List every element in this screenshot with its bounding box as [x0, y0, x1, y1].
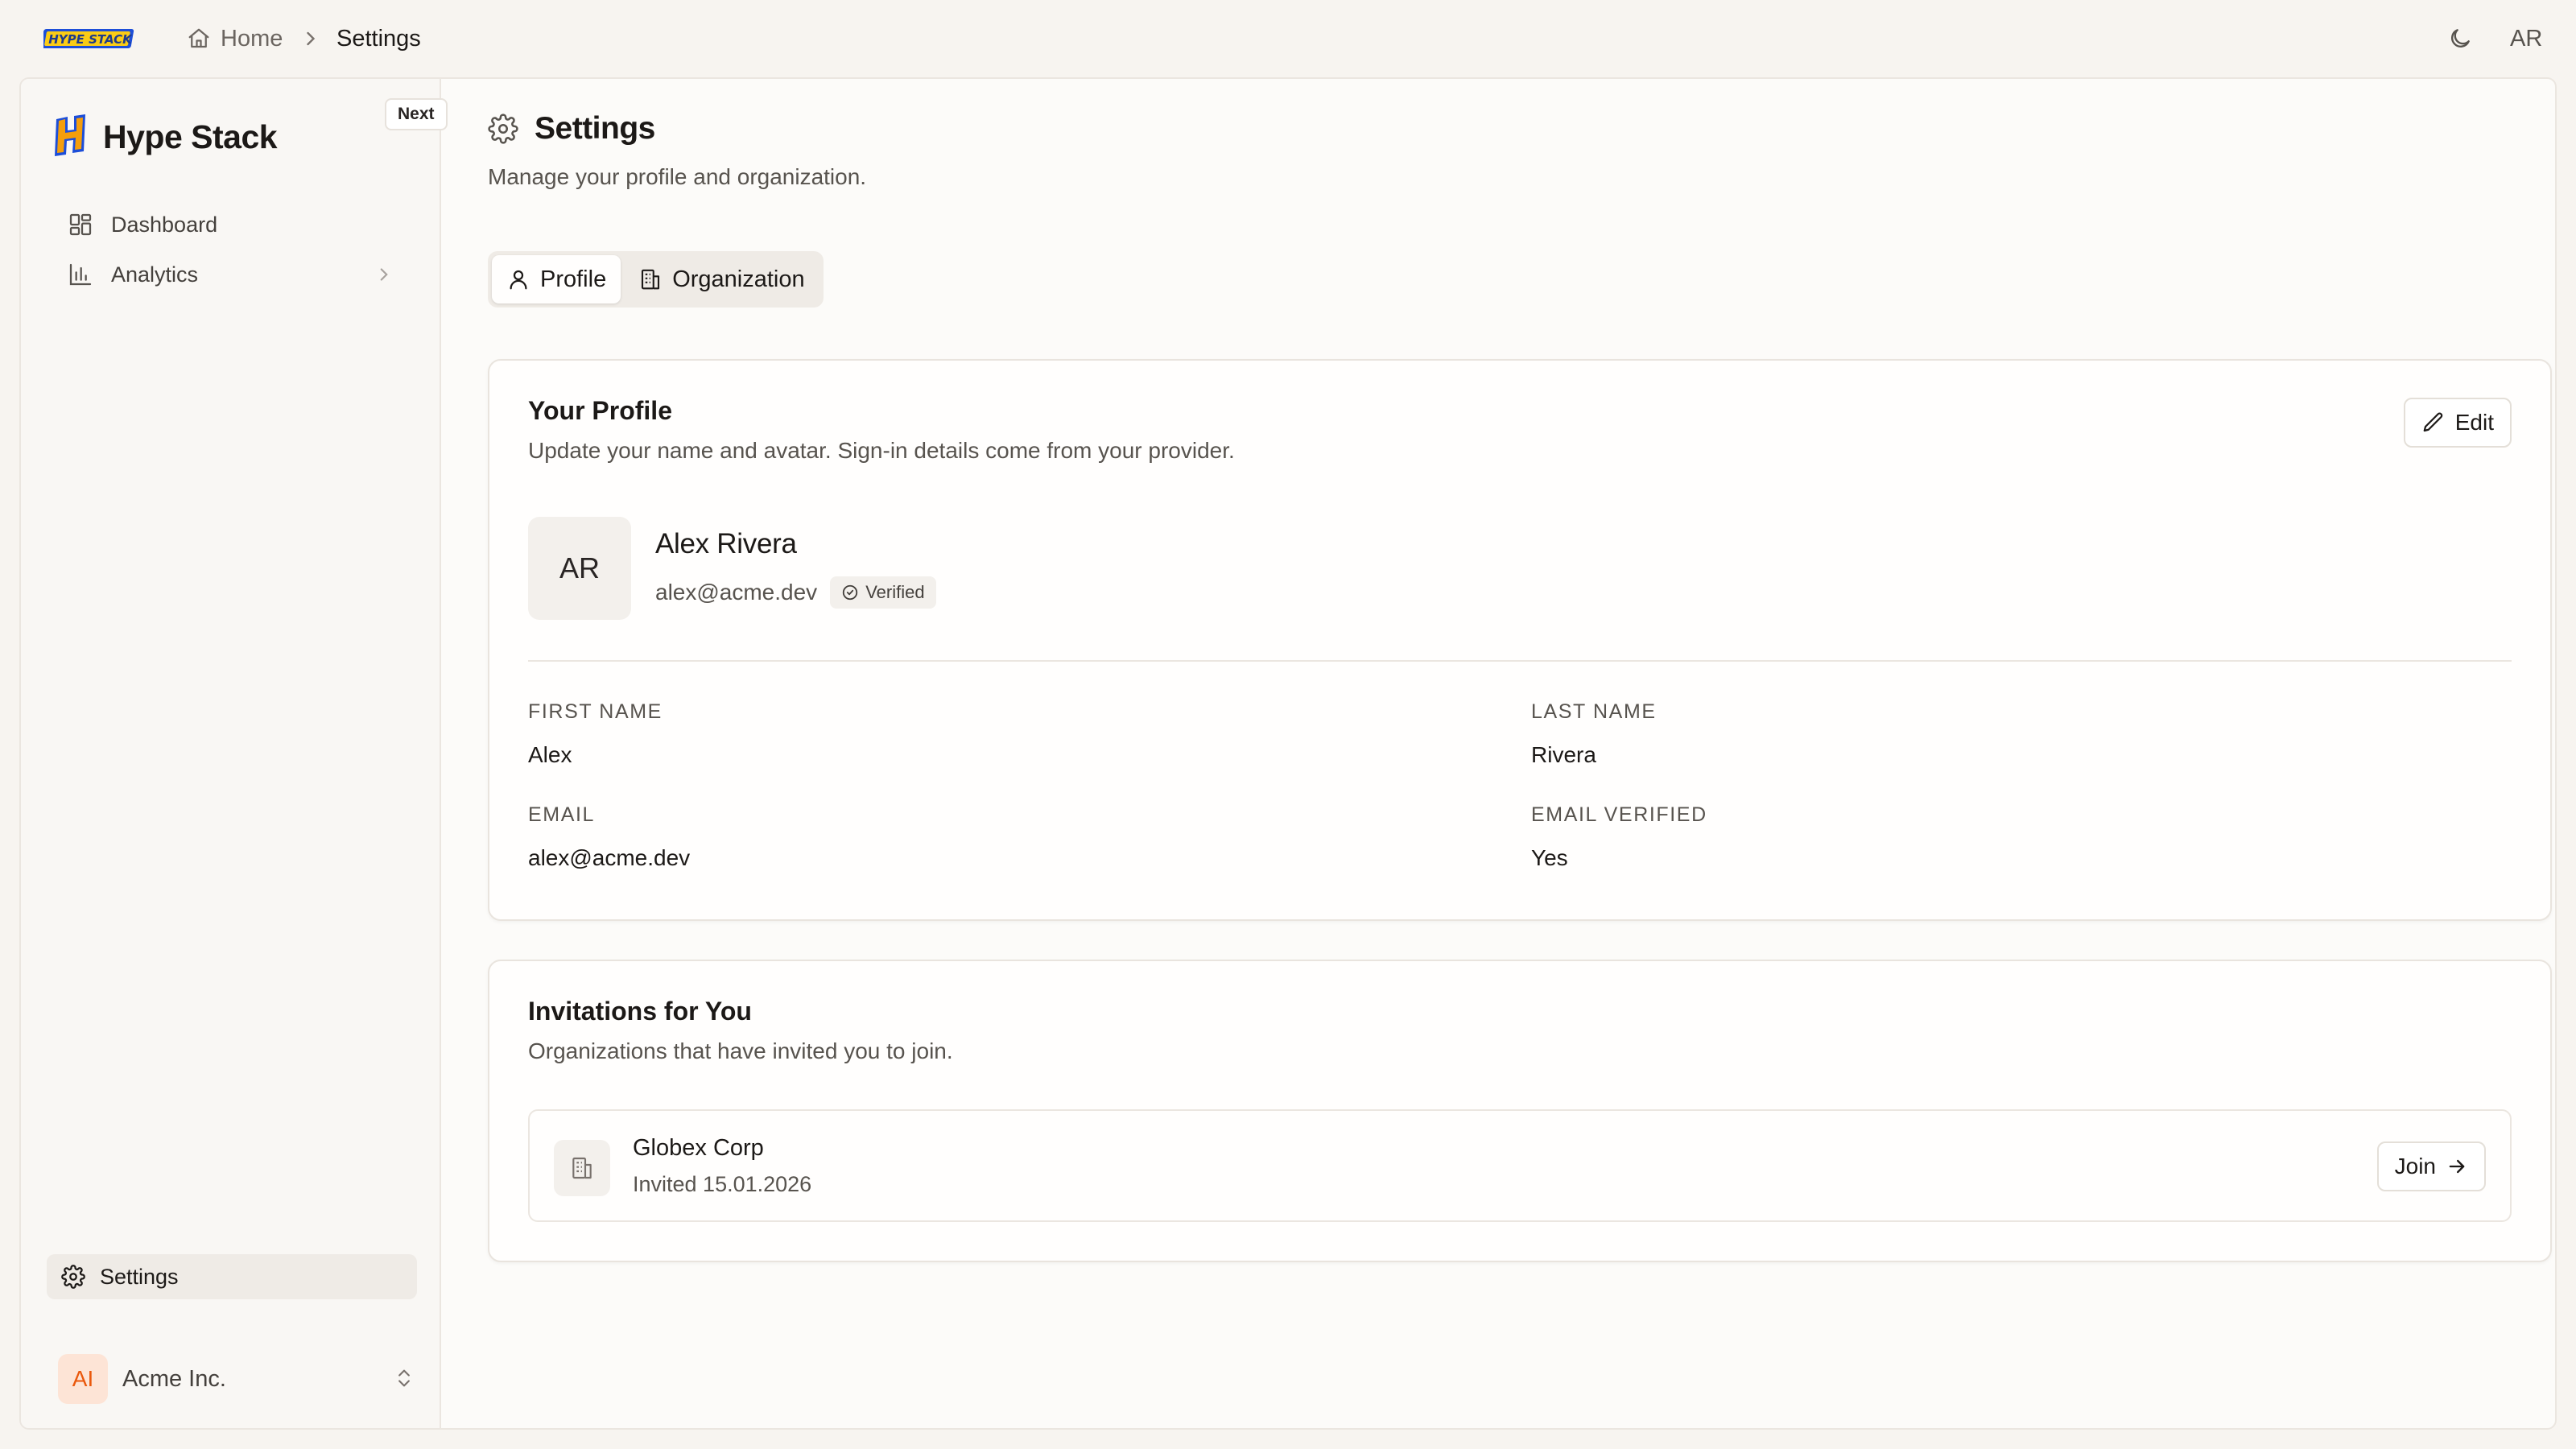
- main-content: Settings Manage your profile and organiz…: [443, 79, 2555, 1428]
- settings-tabs: Profile Organization: [488, 251, 824, 308]
- sidebar-item-label: Settings: [100, 1264, 179, 1289]
- brand-logo-text: HYPE STACK: [48, 32, 133, 47]
- button-label: Edit: [2454, 410, 2494, 435]
- app-logo-icon[interactable]: [50, 114, 90, 156]
- pencil-icon: [2421, 411, 2446, 435]
- sidebar-item-label: Analytics: [111, 262, 199, 287]
- card-title: Your Profile: [528, 396, 672, 425]
- divider: [528, 660, 2512, 662]
- button-label: Join: [2394, 1154, 2436, 1179]
- building-icon: [638, 267, 663, 291]
- card-description: Update your name and avatar. Sign-in det…: [528, 438, 1235, 463]
- tab-label: Organization: [672, 266, 805, 292]
- card-title: Invitations for You: [528, 997, 752, 1026]
- top-bar: HYPE STACK Home Settings AR: [0, 0, 2576, 77]
- user-name: Alex Rivera: [655, 528, 797, 559]
- last-name-label: LAST NAME: [1531, 700, 1657, 723]
- tab-profile[interactable]: Profile: [492, 255, 621, 303]
- theme-toggle-button[interactable]: [2444, 23, 2476, 55]
- user-avatar-button[interactable]: AR: [2510, 21, 2542, 56]
- edit-profile-button[interactable]: Edit: [2403, 398, 2512, 448]
- chevron-right-icon: [299, 27, 322, 50]
- arrow-right-icon: [2446, 1155, 2468, 1178]
- join-button[interactable]: Join: [2376, 1141, 2486, 1191]
- email-verified-label: EMAIL VERIFIED: [1531, 803, 1707, 826]
- home-icon: [187, 27, 211, 51]
- last-name-value: Rivera: [1531, 742, 1596, 767]
- sidebar-item-settings[interactable]: Settings: [47, 1254, 417, 1299]
- tab-organization[interactable]: Organization: [624, 255, 819, 303]
- user-email-row: alex@acme.dev Verified: [655, 576, 936, 609]
- version-badge: Next: [385, 98, 448, 130]
- page-header: Settings: [488, 111, 655, 147]
- check-circle-icon: [841, 584, 859, 601]
- gear-icon: [61, 1265, 85, 1289]
- first-name-value: Alex: [528, 742, 572, 767]
- profile-card: Your Profile Update your name and avatar…: [488, 359, 2552, 921]
- org-avatar: AI: [58, 1354, 108, 1404]
- chevrons-up-down-icon: [393, 1367, 415, 1389]
- sidebar-nav: Dashboard Analytics: [47, 200, 417, 299]
- email-label: EMAIL: [528, 803, 596, 826]
- tab-label: Profile: [540, 266, 607, 292]
- email-verified-value: Yes: [1531, 845, 1568, 870]
- page-title: Settings: [535, 111, 655, 146]
- card-description: Organizations that have invited you to j…: [528, 1038, 953, 1063]
- chevron-right-icon[interactable]: [374, 264, 394, 285]
- invitations-card: Invitations for You Organizations that h…: [488, 960, 2552, 1262]
- building-icon: [554, 1140, 610, 1196]
- layout-grid-icon: [68, 212, 93, 237]
- avatar: AR: [528, 517, 631, 620]
- email-value: alex@acme.dev: [528, 845, 691, 870]
- bar-chart-icon: [68, 262, 93, 287]
- list-item: Globex Corp Invited 15.01.2026 Join: [528, 1109, 2512, 1222]
- sidebar-header: Hype Stack Next: [50, 98, 448, 179]
- app-name: Hype Stack: [103, 118, 278, 155]
- app-shell: Hype Stack Next Dashboard Analytics Sett…: [19, 77, 2557, 1430]
- verified-label: Verified: [865, 582, 925, 602]
- org-name: Acme Inc.: [122, 1365, 226, 1392]
- gear-icon: [488, 114, 518, 144]
- page-subtitle: Manage your profile and organization.: [488, 164, 867, 189]
- sidebar-item-dashboard[interactable]: Dashboard: [47, 200, 417, 250]
- brand-logo[interactable]: HYPE STACK: [43, 23, 140, 55]
- user-icon: [506, 267, 530, 291]
- breadcrumb-home[interactable]: Home: [187, 21, 283, 56]
- invite-date: Invited 15.01.2026: [633, 1172, 812, 1196]
- sidebar-item-analytics[interactable]: Analytics: [47, 250, 417, 299]
- sidebar: Hype Stack Next Dashboard Analytics Sett…: [21, 79, 448, 1428]
- verified-badge: Verified: [830, 576, 936, 609]
- invite-org-name: Globex Corp: [633, 1135, 764, 1161]
- breadcrumb-current: Settings: [336, 25, 421, 52]
- first-name-label: FIRST NAME: [528, 700, 663, 723]
- org-switcher[interactable]: AI Acme Inc.: [58, 1351, 415, 1407]
- user-email: alex@acme.dev: [655, 580, 818, 605]
- moon-icon: [2447, 26, 2473, 52]
- sidebar-item-label: Dashboard: [111, 212, 218, 237]
- breadcrumb-home-label: Home: [221, 25, 283, 52]
